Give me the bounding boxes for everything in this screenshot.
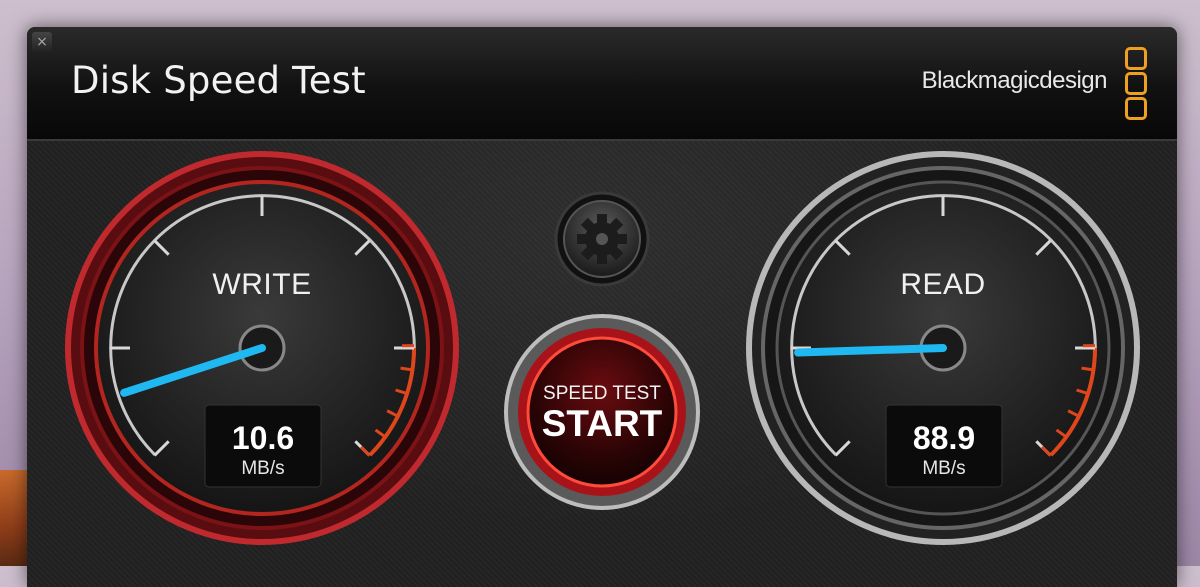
start-button[interactable]: [510, 320, 694, 504]
gauge-redzone-tick: [401, 368, 413, 370]
read-gauge: [749, 154, 1137, 542]
gauge-redzone-tick: [1082, 368, 1094, 370]
write-label: WRITE: [162, 268, 362, 302]
read-label: READ: [843, 268, 1043, 302]
read-needle: [798, 348, 943, 353]
settings-button-hit[interactable]: [556, 193, 648, 285]
write-speed-unit: MB/s: [205, 458, 321, 480]
read-speed-value: 88.9: [886, 420, 1002, 457]
write-speed-value: 10.6: [205, 420, 321, 457]
write-gauge: [68, 154, 456, 542]
read-speed-unit: MB/s: [886, 458, 1002, 480]
